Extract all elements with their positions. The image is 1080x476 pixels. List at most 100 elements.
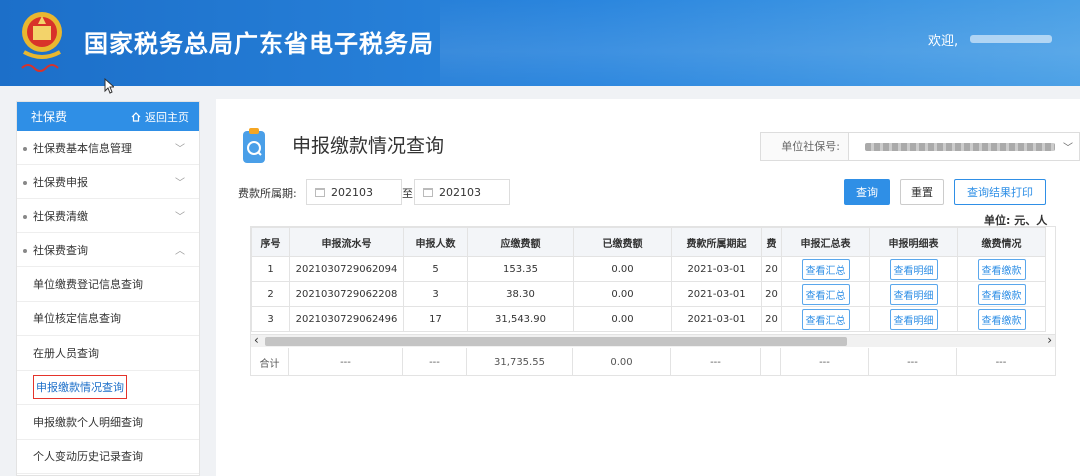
cell-no: 3 — [251, 306, 290, 332]
chevron-down-icon: ﹀ — [175, 212, 185, 223]
sub-item-label: 在册人员查询 — [33, 346, 99, 360]
sub-item-label: 申报缴款个人明细查询 — [33, 415, 143, 429]
bullet-icon — [23, 146, 27, 151]
view-summary-button[interactable]: 查看汇总 — [801, 258, 850, 280]
user-name-masked[interactable] — [970, 35, 1052, 43]
sidebar-title: 社保费 — [31, 110, 68, 124]
sidebar-header: 社保费 返回主页 — [17, 102, 199, 131]
cell-due: 31,543.90 — [467, 306, 574, 332]
menu-item-query[interactable]: 社保费查询 ︿ — [17, 233, 199, 267]
sub-item-unit-verification[interactable]: 单位核定信息查询 — [17, 302, 199, 336]
total-count: --- — [403, 348, 467, 375]
column-header: 费 — [761, 227, 782, 257]
page-title: 申报缴款情况查询 — [292, 135, 445, 157]
menu-label: 社保费查询 — [33, 243, 88, 257]
reset-button[interactable]: 重置 — [900, 179, 944, 205]
chevron-down-icon: ﹀ — [1063, 143, 1073, 154]
chevron-up-icon: ︿ — [175, 246, 185, 257]
table-row: 2 2021030729062208 3 38.30 0.00 2021-03-… — [251, 281, 1046, 307]
sub-item-declaration-payment[interactable]: 申报缴款情况查询 — [17, 371, 199, 405]
total-label: 合计 — [251, 348, 289, 375]
total-summary: --- — [781, 348, 869, 375]
menu-label: 社保费清缴 — [33, 209, 88, 223]
bullet-icon — [23, 248, 27, 253]
main-panel: 申报缴款情况查询 单位社保号: ﹀ 费款所属期: 202103 至 202103… — [216, 99, 1080, 476]
welcome-text: 欢迎, — [928, 34, 959, 49]
date-to-value: 202103 — [439, 185, 481, 199]
sub-item-label: 单位核定信息查询 — [33, 312, 121, 326]
view-detail-button[interactable]: 查看明细 — [889, 283, 938, 305]
home-link-label: 返回主页 — [145, 110, 189, 124]
column-header: 已缴费额 — [573, 227, 672, 257]
sub-item-label: 个人变动历史记录查询 — [33, 450, 143, 464]
total-serial: --- — [289, 348, 403, 375]
table-row: 3 2021030729062496 17 31,543.90 0.00 202… — [251, 306, 1046, 332]
total-detail: --- — [869, 348, 957, 375]
cell-count: 17 — [403, 306, 468, 332]
view-detail-button[interactable]: 查看明细 — [889, 308, 938, 330]
table-header-row: 序号 申报流水号 申报人数 应缴费额 已缴费额 费款所属期起 费 申报汇总表 申… — [251, 227, 1046, 257]
view-payment-button[interactable]: 查看缴款 — [977, 283, 1026, 305]
cell-due: 38.30 — [467, 281, 574, 307]
unit-value[interactable]: ﹀ — [849, 133, 1079, 160]
table-row: 1 2021030729062094 5 153.35 0.00 2021-03… — [251, 256, 1046, 282]
scrollbar-thumb[interactable] — [265, 337, 847, 346]
sub-item-unit-registration[interactable]: 单位缴费登记信息查询 — [17, 267, 199, 302]
calendar-icon — [423, 187, 433, 197]
chevron-down-icon: ﹀ — [175, 178, 185, 189]
home-link[interactable]: 返回主页 — [131, 109, 189, 125]
view-payment-button[interactable]: 查看缴款 — [977, 258, 1026, 280]
cell-no: 2 — [251, 281, 290, 307]
sub-item-personal-detail[interactable]: 申报缴款个人明细查询 — [17, 405, 199, 440]
bullet-icon — [23, 214, 27, 219]
cell-no: 1 — [251, 256, 290, 282]
site-title: 国家税务总局广东省电子税务局 — [84, 30, 434, 58]
total-row: 合计 --- --- 31,735.55 0.00 --- --- --- --… — [251, 348, 1055, 375]
menu-item-basic-info[interactable]: 社保费基本信息管理 ﹀ — [17, 131, 199, 165]
cell-count: 5 — [403, 256, 468, 282]
print-results-button[interactable]: 查询结果打印 — [954, 179, 1046, 205]
view-summary-button[interactable]: 查看汇总 — [801, 308, 850, 330]
view-payment-button[interactable]: 查看缴款 — [977, 308, 1026, 330]
view-detail-button[interactable]: 查看明细 — [889, 258, 938, 280]
scroll-left-icon[interactable]: ‹ — [254, 333, 259, 347]
view-summary-button[interactable]: 查看汇总 — [801, 283, 850, 305]
column-header: 缴费情况 — [957, 227, 1046, 257]
date-from-input[interactable]: 202103 — [306, 179, 402, 205]
cell-period-start: 2021-03-01 — [671, 281, 762, 307]
total-payment: --- — [995, 357, 1007, 368]
menu-label: 社保费基本信息管理 — [33, 141, 132, 155]
column-header: 申报人数 — [403, 227, 468, 257]
great-wall-background — [440, 0, 1080, 86]
mouse-cursor-icon — [104, 78, 114, 94]
column-header: 申报明细表 — [869, 227, 958, 257]
query-button[interactable]: 查询 — [844, 179, 890, 205]
cell-serial: 2021030729062094 — [289, 256, 404, 282]
cell-truncated: 20 — [761, 281, 782, 307]
column-header: 申报汇总表 — [781, 227, 870, 257]
to-label: 至 — [402, 187, 413, 200]
total-period-start: --- — [671, 348, 761, 375]
unit-label: 单位社保号: — [761, 133, 849, 160]
chevron-down-icon: ﹀ — [175, 144, 185, 155]
sub-item-label: 单位缴费登记信息查询 — [33, 277, 143, 291]
sub-item-registered-staff[interactable]: 在册人员查询 — [17, 336, 199, 371]
cell-truncated: 20 — [761, 256, 782, 282]
results-table: 序号 申报流水号 申报人数 应缴费额 已缴费额 费款所属期起 费 申报汇总表 申… — [250, 226, 1056, 376]
date-from-value: 202103 — [331, 185, 373, 199]
clipboard-search-icon — [243, 128, 265, 163]
horizontal-scrollbar[interactable]: ‹ › — [251, 333, 1055, 347]
sub-item-change-history[interactable]: 个人变动历史记录查询 — [17, 440, 199, 474]
column-header: 序号 — [251, 227, 290, 257]
period-label: 费款所属期: — [238, 187, 297, 200]
scroll-right-icon[interactable]: › — [1047, 333, 1052, 347]
cell-count: 3 — [403, 281, 468, 307]
menu-item-settle[interactable]: 社保费清缴 ﹀ — [17, 199, 199, 233]
menu-item-declare[interactable]: 社保费申报 ﹀ — [17, 165, 199, 199]
unit-social-security-select[interactable]: 单位社保号: ﹀ — [760, 132, 1080, 161]
bullet-icon — [23, 180, 27, 185]
date-to-input[interactable]: 202103 — [414, 179, 510, 205]
total-paid: 0.00 — [573, 348, 671, 375]
cell-truncated: 20 — [761, 306, 782, 332]
total-truncated — [761, 348, 781, 375]
